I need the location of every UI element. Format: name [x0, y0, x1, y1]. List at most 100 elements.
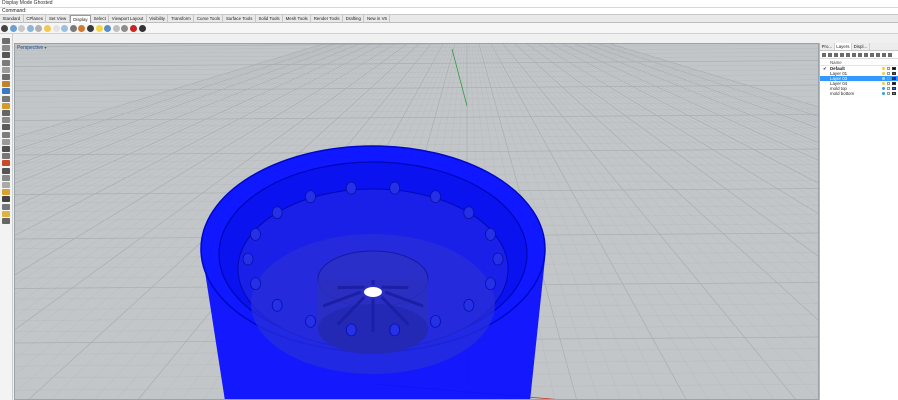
- display-tool-15-icon[interactable]: [121, 24, 129, 32]
- left-tool-11-icon[interactable]: [2, 110, 10, 116]
- display-tool-10-icon[interactable]: [78, 24, 86, 32]
- left-tool-6-icon[interactable]: [2, 74, 10, 80]
- layer-color-swatch[interactable]: [892, 82, 896, 86]
- left-tool-20-icon[interactable]: [2, 174, 10, 181]
- layer-color-swatch[interactable]: [892, 72, 896, 76]
- bolt-hole: [463, 206, 475, 220]
- left-tool-10-icon[interactable]: [2, 102, 10, 109]
- bolt-hole: [492, 252, 504, 266]
- left-tool-23-icon[interactable]: [2, 196, 10, 203]
- display-tool-4-icon[interactable]: [26, 24, 34, 32]
- display-tool-17-icon[interactable]: [138, 24, 146, 32]
- layer-lock-icon[interactable]: [887, 77, 890, 80]
- display-tool-9-icon[interactable]: [69, 24, 77, 32]
- layer-color-swatch[interactable]: [892, 92, 896, 96]
- tab-select[interactable]: Select: [91, 15, 110, 23]
- left-tool-17-icon[interactable]: [2, 153, 10, 160]
- display-tool-8-icon[interactable]: [61, 24, 69, 32]
- left-tool-12-icon[interactable]: [2, 117, 10, 124]
- layer-lock-icon[interactable]: [887, 87, 890, 90]
- layer-tool-10-icon[interactable]: [876, 52, 880, 57]
- left-tool-3-icon[interactable]: [2, 52, 10, 59]
- left-tool-5-icon[interactable]: [2, 66, 10, 73]
- layer-tool-9-icon[interactable]: [870, 52, 874, 57]
- display-tool-14-icon[interactable]: [112, 24, 120, 32]
- layer-color-swatch[interactable]: [892, 77, 896, 81]
- viewport-menu-icon[interactable]: ▾: [45, 45, 47, 50]
- command-line[interactable]: Command:: [0, 7, 898, 15]
- tab-drafting[interactable]: Drafting: [343, 15, 365, 23]
- tab-solid-tools[interactable]: Solid Tools: [256, 15, 284, 23]
- layer-visibility-icon[interactable]: [882, 92, 885, 95]
- layer-color-swatch[interactable]: [892, 67, 896, 71]
- left-tool-7-icon[interactable]: [2, 81, 10, 88]
- layer-tool-2-icon[interactable]: [828, 52, 832, 57]
- layer-lock-icon[interactable]: [887, 82, 890, 85]
- display-tool-16-icon[interactable]: [129, 24, 137, 32]
- left-tool-9-icon[interactable]: [2, 95, 10, 102]
- panel-tab-3[interactable]: Displ...: [852, 43, 870, 50]
- left-tool-1-icon[interactable]: [2, 38, 10, 44]
- layer-tool-12-icon[interactable]: [888, 52, 892, 57]
- tab-standard[interactable]: Standard: [0, 15, 24, 23]
- wheel-object[interactable]: [200, 145, 546, 400]
- layer-color-swatch[interactable]: [892, 87, 896, 91]
- layer-visibility-icon[interactable]: [882, 87, 885, 90]
- display-tool-12-icon[interactable]: [95, 24, 103, 32]
- left-tool-13-icon[interactable]: [2, 124, 10, 131]
- tab-new-in-v6[interactable]: New in V6: [364, 15, 391, 23]
- layer-visibility-icon[interactable]: [882, 67, 885, 70]
- left-tool-19-icon[interactable]: [2, 167, 10, 174]
- display-tool-5-icon[interactable]: [35, 24, 43, 32]
- tab-viewport-layout[interactable]: Viewport Layout: [109, 15, 147, 23]
- panel-tab-1[interactable]: Pro...: [820, 43, 835, 50]
- layer-tool-11-icon[interactable]: [882, 52, 886, 57]
- display-tool-3-icon[interactable]: [18, 24, 26, 32]
- perspective-viewport[interactable]: [14, 43, 819, 400]
- layer-tool-4-icon[interactable]: [840, 52, 844, 57]
- left-tool-21-icon[interactable]: [2, 182, 10, 188]
- display-tool-7-icon[interactable]: [52, 24, 60, 32]
- tab-mesh-tools[interactable]: Mesh Tools: [283, 15, 312, 23]
- tab-curve-tools[interactable]: Curve Tools: [194, 15, 224, 23]
- layer-tool-5-icon[interactable]: [846, 52, 850, 57]
- left-tool-4-icon[interactable]: [2, 59, 10, 66]
- layer-visibility-icon[interactable]: [882, 82, 885, 85]
- left-tool-22-icon[interactable]: [2, 189, 10, 196]
- left-tool-18-icon[interactable]: [2, 160, 10, 167]
- display-tool-6-icon[interactable]: [43, 24, 51, 32]
- left-tool-25-icon[interactable]: [2, 210, 10, 217]
- left-tool-14-icon[interactable]: [2, 131, 10, 138]
- viewport-canvas[interactable]: [15, 44, 819, 400]
- left-tool-2-icon[interactable]: [2, 45, 10, 52]
- bolt-hole: [430, 314, 441, 328]
- tab-cplanes[interactable]: CPlanes: [24, 15, 47, 23]
- layer-tool-6-icon[interactable]: [852, 52, 856, 57]
- tab-surface-tools[interactable]: Surface Tools: [223, 15, 256, 23]
- layer-tool-7-icon[interactable]: [858, 52, 862, 57]
- left-tool-24-icon[interactable]: [2, 203, 10, 210]
- layer-tool-1-icon[interactable]: [822, 52, 826, 57]
- tab-transform[interactable]: Transform: [168, 15, 195, 23]
- left-tool-8-icon[interactable]: [2, 88, 10, 95]
- left-tool-16-icon[interactable]: [2, 146, 10, 152]
- layer-tool-3-icon[interactable]: [834, 52, 838, 57]
- left-tool-15-icon[interactable]: [2, 138, 10, 145]
- tab-visibility[interactable]: Visibility: [147, 15, 169, 23]
- display-tool-1-icon[interactable]: [1, 24, 8, 32]
- display-tool-13-icon[interactable]: [104, 24, 112, 32]
- tab-render-tools[interactable]: Render Tools: [311, 15, 344, 23]
- layer-lock-icon[interactable]: [887, 72, 890, 75]
- layer-visibility-icon[interactable]: [882, 77, 885, 80]
- tab-set-view[interactable]: Set View: [46, 15, 70, 23]
- panel-tab-2[interactable]: Layers: [834, 43, 853, 50]
- layer-row[interactable]: mold bottom: [820, 91, 898, 96]
- viewport-title[interactable]: Perspective ▾: [17, 45, 47, 51]
- layer-tool-8-icon[interactable]: [864, 52, 868, 57]
- layer-visibility-icon[interactable]: [882, 72, 885, 75]
- layer-lock-icon[interactable]: [887, 92, 890, 95]
- layer-lock-icon[interactable]: [887, 67, 890, 70]
- left-tool-26-icon[interactable]: [2, 218, 10, 224]
- display-tool-2-icon[interactable]: [9, 24, 17, 32]
- display-tool-11-icon[interactable]: [86, 24, 94, 32]
